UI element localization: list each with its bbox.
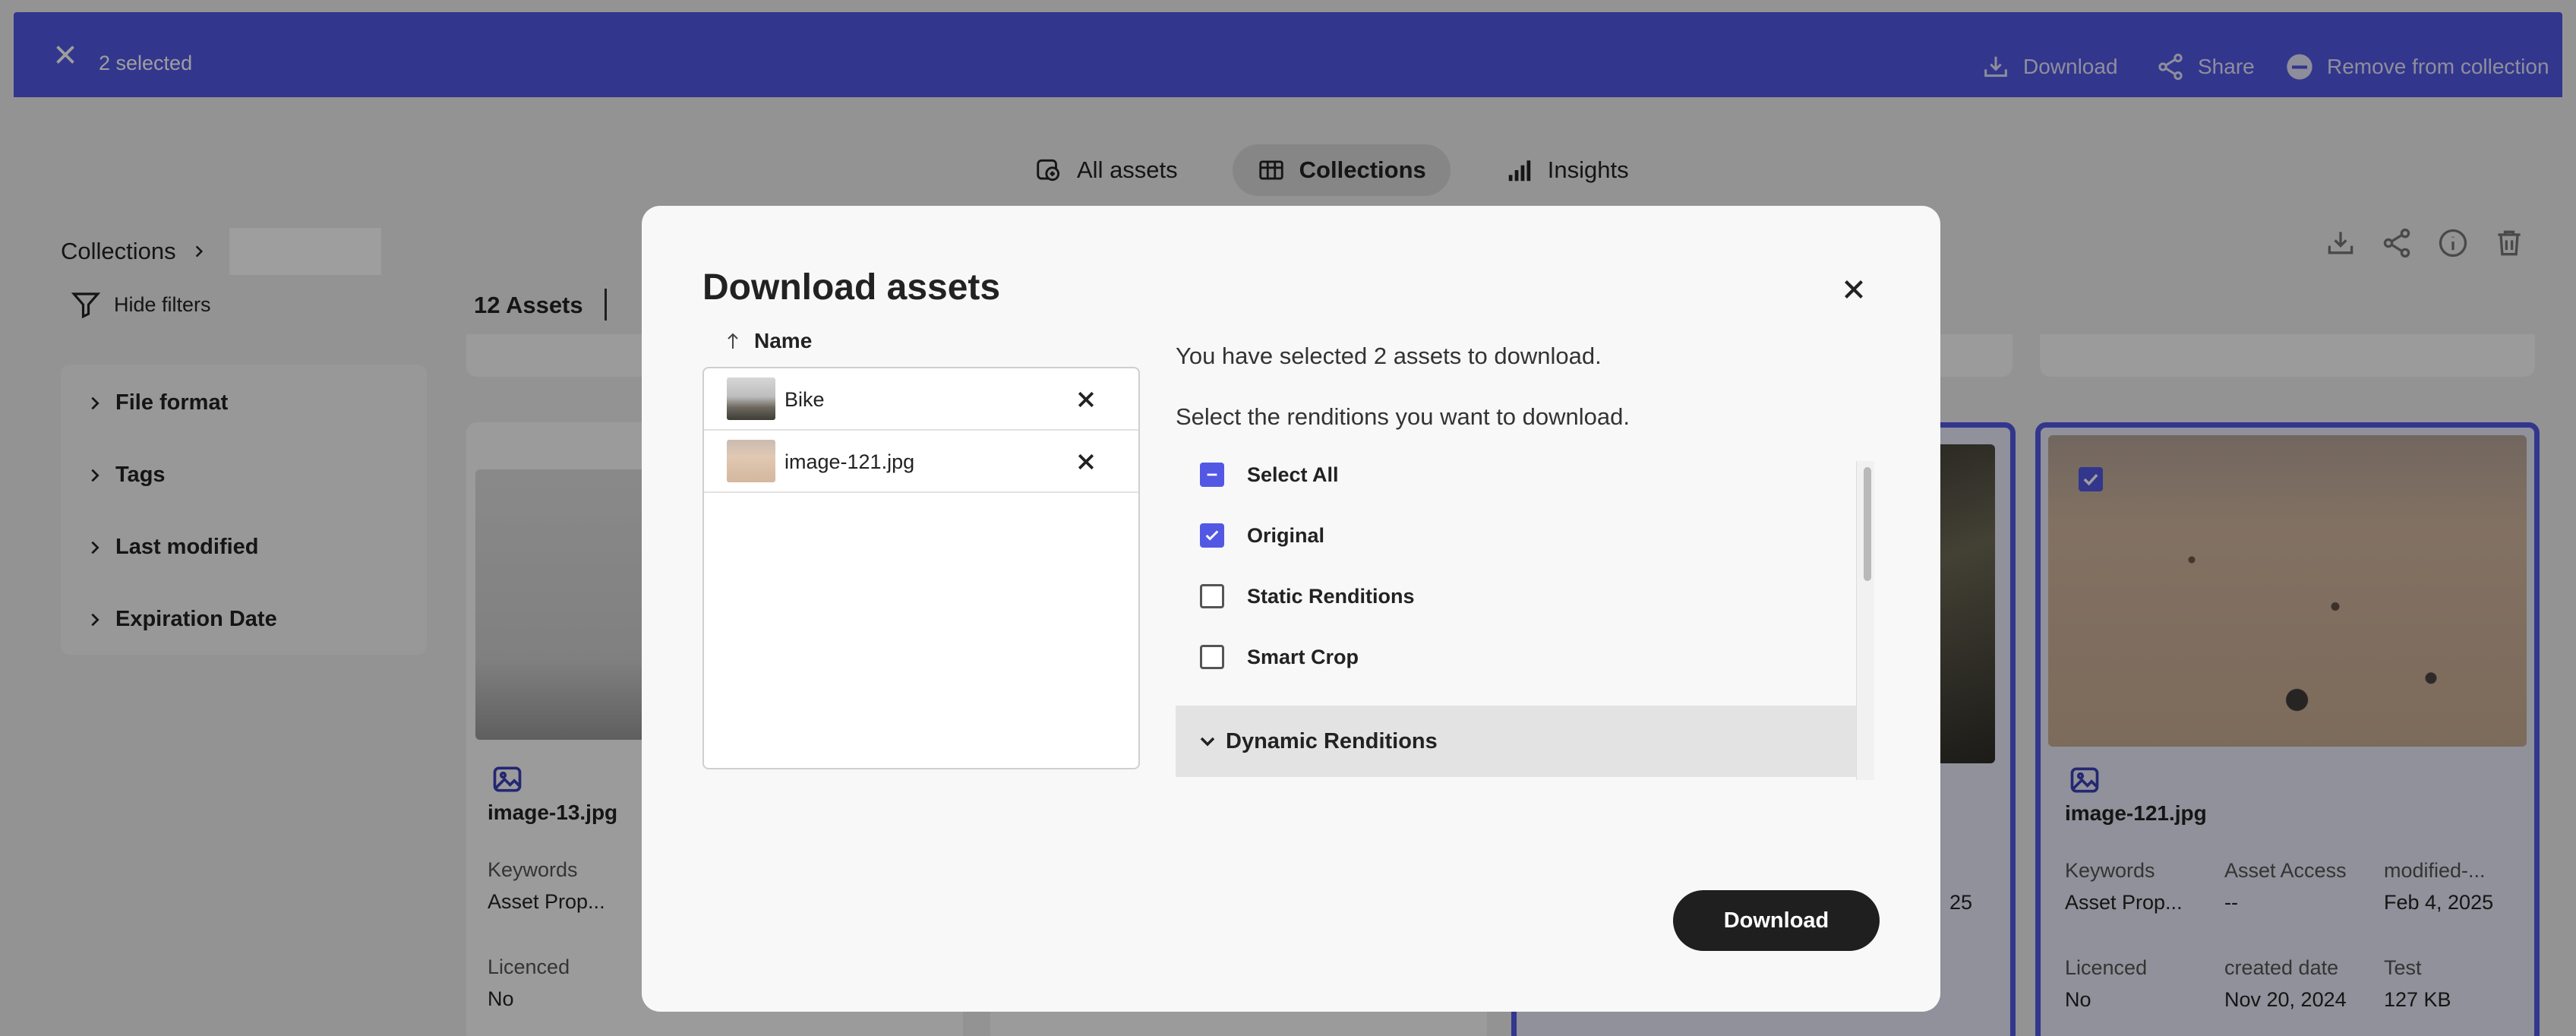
file-thumbnail — [727, 440, 775, 482]
name-column-header[interactable]: Name — [725, 329, 812, 353]
checked-checkbox[interactable] — [1200, 523, 1224, 548]
download-assets-dialog: Download assets Name Bike image-121.jpg … — [642, 206, 1940, 1012]
indeterminate-checkbox[interactable] — [1200, 463, 1224, 487]
header-label: Name — [754, 329, 813, 352]
dynamic-renditions-section[interactable]: Dynamic Renditions — [1176, 706, 1856, 777]
chevron-down-icon — [1176, 732, 1226, 750]
sort-ascending-icon — [725, 332, 740, 350]
list-item: image-121.jpg — [704, 431, 1138, 493]
checkbox-label: Select All — [1247, 463, 1339, 486]
remove-file-icon[interactable] — [1075, 450, 1097, 473]
close-icon[interactable] — [1840, 276, 1867, 303]
file-thumbnail — [727, 377, 775, 420]
dialog-title: Download assets — [702, 267, 1001, 308]
checkbox-smart-crop[interactable]: Smart Crop — [1176, 645, 1359, 669]
section-label: Dynamic Renditions — [1226, 728, 1438, 753]
checkbox-label: Original — [1247, 523, 1325, 547]
checkbox-label: Static Renditions — [1247, 584, 1415, 608]
unchecked-checkbox[interactable] — [1200, 645, 1224, 669]
renditions-list: Select All Original Static Renditions Sm… — [1176, 461, 1897, 780]
unchecked-checkbox[interactable] — [1200, 584, 1224, 608]
file-name: Bike — [784, 388, 825, 411]
file-name: image-121.jpg — [784, 450, 915, 473]
download-button[interactable]: Download — [1673, 890, 1880, 951]
list-item: Bike — [704, 368, 1138, 431]
checkbox-label: Smart Crop — [1247, 645, 1359, 668]
selected-files-list: Bike image-121.jpg — [702, 367, 1140, 769]
checkbox-original[interactable]: Original — [1176, 523, 1324, 548]
remove-file-icon[interactable] — [1075, 388, 1097, 411]
checkbox-select-all[interactable]: Select All — [1176, 463, 1339, 487]
checkbox-static-renditions[interactable]: Static Renditions — [1176, 584, 1415, 608]
renditions-instruction: Select the renditions you want to downlo… — [1176, 403, 1630, 430]
scrollbar-thumb[interactable] — [1864, 467, 1871, 581]
selection-summary: You have selected 2 assets to download. — [1176, 343, 1602, 369]
